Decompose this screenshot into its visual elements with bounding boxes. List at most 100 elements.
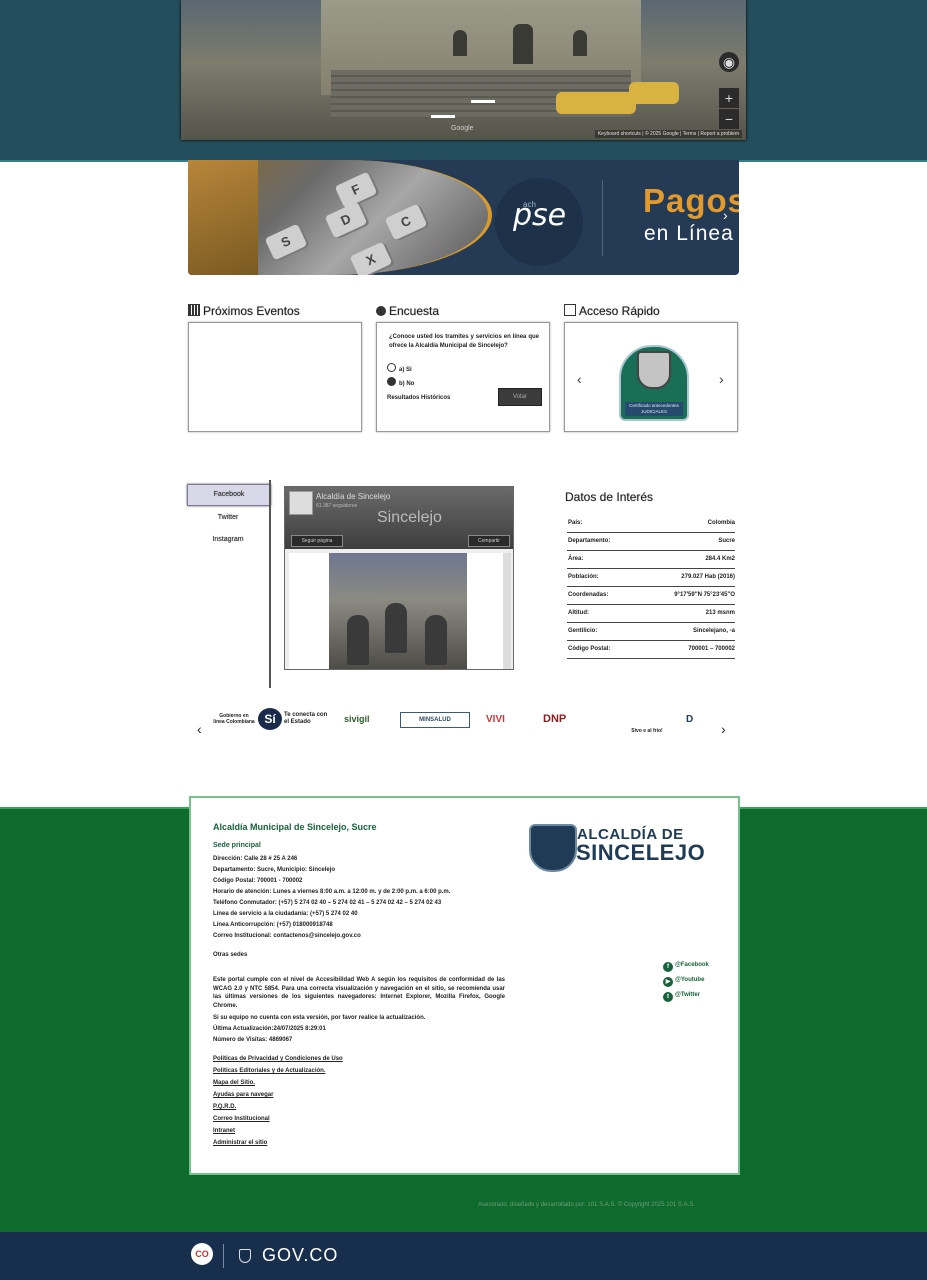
votar-button[interactable]: Votar xyxy=(498,388,542,406)
pse-logo: pse xyxy=(513,198,567,233)
footer-link-ayudas[interactable]: Ayudas para navegar xyxy=(213,1092,273,1098)
compass-icon[interactable]: ◉ xyxy=(719,52,739,72)
last-update: Última Actualización:24/07/2025 8:29:01 xyxy=(213,1026,326,1032)
footer-email[interactable]: Correo Institucional: contactenos@sincel… xyxy=(213,933,361,939)
si-logo[interactable]: Sí xyxy=(258,708,282,730)
vivi-logo[interactable]: VIVI xyxy=(486,704,505,734)
footer-link-admin[interactable]: Administrar el sitio xyxy=(213,1140,267,1146)
datos-row: Código Postal: 700001 – 700002 xyxy=(567,641,735,659)
key: D xyxy=(324,201,368,239)
logos-next-arrow[interactable]: › xyxy=(721,721,726,737)
footer-link-intranet[interactable]: Intranet xyxy=(213,1128,235,1134)
footer-line: Código Postal: 700001 - 700002 xyxy=(213,878,303,884)
footer-line: Dirección: Calle 28 # 25 A 246 xyxy=(213,856,298,862)
encuesta-box: ¿Conoce usted los tramites y servicios e… xyxy=(376,322,550,432)
update-note: Si su equipo no cuenta con esta versión,… xyxy=(213,1015,426,1021)
banner-divider xyxy=(602,180,603,256)
encuesta-option[interactable]: a) Si xyxy=(387,363,412,373)
radio-button[interactable] xyxy=(387,377,396,386)
facebook-cover-text: Sincelejo xyxy=(377,509,442,526)
certificado-antecedentes-link[interactable]: Certificado antecedentes JUDICIALES xyxy=(619,345,689,421)
street-view-arrow[interactable] xyxy=(471,100,495,103)
te-conecta-logo[interactable]: Te conecta con el Estado xyxy=(284,704,330,734)
footer-credit[interactable]: Asesorado, diseñado y desarrollado por: … xyxy=(478,1202,695,1208)
footer-line: Departamento: Sucre, Municipio: Sincelej… xyxy=(213,867,336,873)
co-logo[interactable]: CO xyxy=(191,1243,213,1265)
facebook-followers: 61.387 seguidores xyxy=(316,503,358,509)
zoom-out-button[interactable]: − xyxy=(719,109,739,129)
radio-button[interactable] xyxy=(387,363,396,372)
officer-figure xyxy=(347,615,369,665)
footer-line: Línea de servicio a la ciudadanía: (+57)… xyxy=(213,911,358,917)
govco-bar: CO GOV.CO xyxy=(0,1232,927,1280)
footer-youtube-link[interactable]: ▶ @Youtube xyxy=(663,977,704,987)
datos-key: Altitud: xyxy=(568,610,589,616)
footer-link-privacidad[interactable]: Políticas de Privacidad y Condiciones de… xyxy=(213,1056,343,1062)
facebook-page-name[interactable]: Alcaldía de Sincelejo xyxy=(316,492,390,501)
datos-row: Gentilicio: Sincelejano, -a xyxy=(567,623,735,641)
datos-key: Población: xyxy=(568,574,599,580)
officer-figure xyxy=(425,615,447,665)
encuesta-question: ¿Conoce usted los tramites y servicios e… xyxy=(389,334,539,349)
datos-key: Coordenadas: xyxy=(568,592,609,598)
footer-twitter-link[interactable]: t @Twitter xyxy=(663,992,700,1002)
facebook-scrollbar[interactable] xyxy=(503,553,511,669)
partial-logo[interactable]: D xyxy=(686,704,712,734)
datos-row: Área: 284.4 Km2 xyxy=(567,551,735,569)
facebook-follow-button[interactable]: Seguir página xyxy=(291,535,343,547)
tab-twitter[interactable]: Twitter xyxy=(187,508,269,528)
footer-link-mapa[interactable]: Mapa del Sitio. xyxy=(213,1080,255,1086)
footer-link-pqrd[interactable]: P.Q.R.D. xyxy=(213,1104,236,1110)
datos-value: 279.027 Hab (2016) xyxy=(681,574,735,580)
police-shield-icon xyxy=(637,351,671,389)
tab-instagram[interactable]: Instagram xyxy=(187,530,269,550)
carousel-prev-arrow[interactable]: ‹ xyxy=(577,371,582,387)
govco-logo[interactable]: GOV.CO xyxy=(262,1245,338,1266)
youtube-icon: ▶ xyxy=(663,977,673,987)
map-attribution[interactable]: Keyboard shortcuts | © 2025 Google | Ter… xyxy=(594,130,742,138)
facebook-feed-panel[interactable]: Alcaldía de Sincelejo 61.387 seguidores … xyxy=(284,486,514,670)
facebook-avatar[interactable] xyxy=(289,491,313,515)
minsalud-logo[interactable]: MINSALUD xyxy=(400,712,470,728)
twitter-icon: t xyxy=(663,992,673,1002)
datos-value: Sucre xyxy=(718,538,735,544)
footer-line: Línea Anticorrupción: (+57) 018000918748 xyxy=(213,922,333,928)
accessibility-note: Este portal cumple con el nivel de Acces… xyxy=(213,977,505,1009)
datos-value: 284.4 Km2 xyxy=(705,556,735,562)
gobierno-en-linea-logo[interactable]: Gobierno en línea Colombiana xyxy=(213,704,255,734)
footer-facebook-link[interactable]: f @Facebook xyxy=(663,962,709,972)
facebook-share-button[interactable]: Compartir xyxy=(468,535,510,547)
datos-key: Departamento: xyxy=(568,538,611,544)
banner-subtitle: en Línea xyxy=(644,222,734,245)
street-view-map[interactable]: ◉ + − Google Keyboard shortcuts | © 2025… xyxy=(181,0,746,140)
window xyxy=(453,30,467,56)
logos-prev-arrow[interactable]: ‹ xyxy=(197,721,202,737)
sivigil-logo[interactable]: sivigil xyxy=(344,704,370,734)
footer-link-editoriales[interactable]: Políticas Editoriales y de Actualización… xyxy=(213,1068,325,1074)
carousel-next-arrow[interactable]: › xyxy=(719,371,724,387)
banner-next-arrow[interactable]: › xyxy=(723,207,728,223)
street-view-arrow[interactable] xyxy=(431,115,455,118)
datos-row: País: Colombia xyxy=(567,515,735,533)
zoom-in-button[interactable]: + xyxy=(719,88,739,108)
officer-figure xyxy=(385,603,407,653)
tab-facebook[interactable]: Facebook xyxy=(187,484,271,506)
sivo-logo[interactable]: Sivo e al frío! xyxy=(626,704,668,736)
resultados-link[interactable]: Resultados Históricos xyxy=(387,395,450,401)
alcaldia-sincelejo-logo[interactable]: ALCALDÍA DE SINCELEJO xyxy=(529,822,709,872)
social-tabs: Facebook Twitter Instagram xyxy=(187,484,271,552)
footer-link-correo[interactable]: Correo Institucional xyxy=(213,1116,270,1122)
dnp-logo[interactable]: DNP xyxy=(543,704,611,734)
key: S xyxy=(264,223,308,261)
facebook-post[interactable] xyxy=(289,553,511,669)
encuesta-title: Encuesta xyxy=(376,304,439,318)
datos-value: 9°17′59″N 75°23′45″O xyxy=(674,592,735,598)
otras-sedes-link[interactable]: Otras sedes xyxy=(213,952,247,958)
window xyxy=(513,24,533,64)
encuesta-option[interactable]: b) No xyxy=(387,377,414,387)
certificado-label: Certificado antecedentes JUDICIALES xyxy=(625,402,683,416)
facebook-post-photo[interactable] xyxy=(329,553,467,669)
footer-line: Horario de atención: Lunes a viernes 8:0… xyxy=(213,889,451,895)
pse-banner[interactable]: F D S C X ach pse Pagos en Línea › xyxy=(188,160,739,275)
key: X xyxy=(349,241,393,275)
